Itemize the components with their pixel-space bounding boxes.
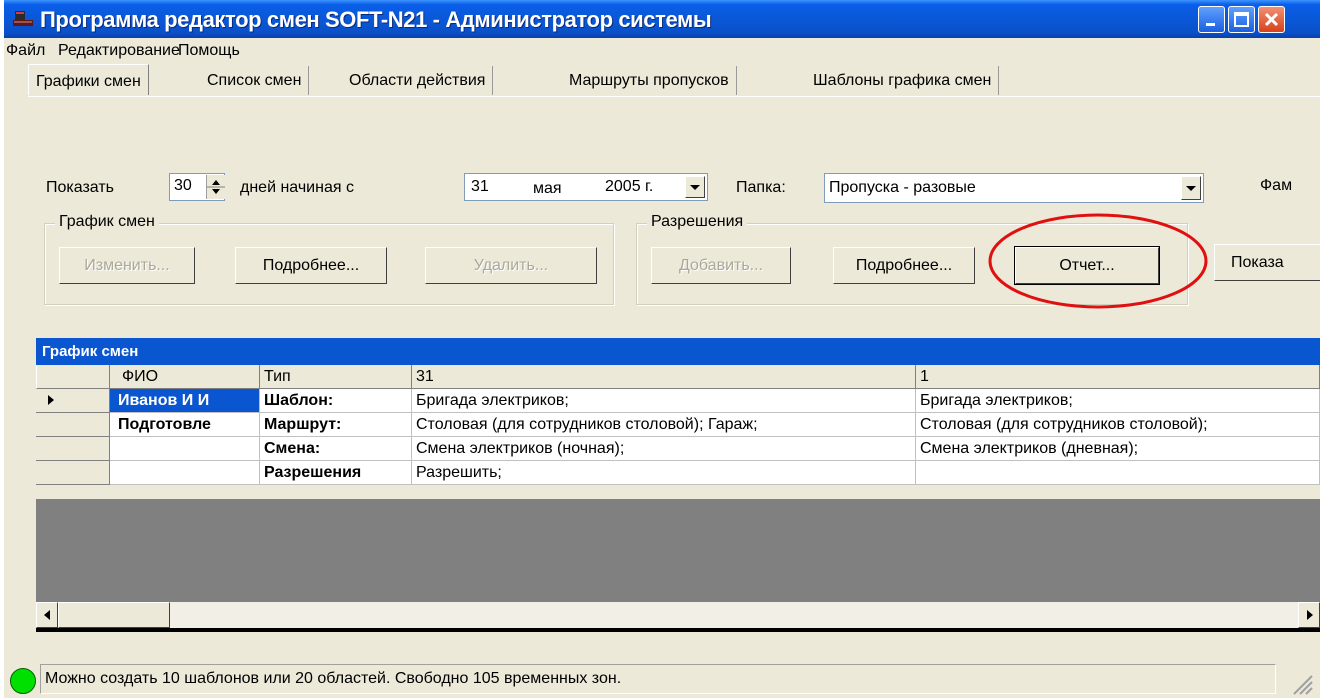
permission-details-button[interactable]: Подробнее... xyxy=(833,247,975,284)
application-window: Программа редактор смен SOFT-N21 - Админ… xyxy=(4,0,1320,698)
grid-empty-row xyxy=(36,485,1320,499)
row-selector[interactable] xyxy=(36,461,110,485)
scroll-left-icon[interactable] xyxy=(36,602,58,628)
days-value: 30 xyxy=(174,177,192,194)
table-cell-day-1[interactable]: Смена электриков (дневная); xyxy=(916,437,1320,461)
table-cell-fio[interactable] xyxy=(110,437,260,461)
table-cell-fio[interactable]: Подготовле xyxy=(110,413,260,437)
table-cell-day-31[interactable]: Столовая (для сотрудников столовой); Гар… xyxy=(412,413,916,437)
schedule-details-button[interactable]: Подробнее... xyxy=(235,247,387,284)
folder-dropdown-icon[interactable] xyxy=(1181,176,1201,200)
schedule-group: График смен Изменить... Подробнее... Уда… xyxy=(44,213,614,305)
date-month[interactable]: мая xyxy=(533,180,562,198)
delete-schedule-button[interactable]: Удалить... xyxy=(425,247,597,284)
add-permission-button[interactable]: Добавить... xyxy=(651,247,791,284)
table-cell-day-31[interactable]: Бригада электриков; xyxy=(412,389,916,413)
table-cell-day-1[interactable]: Бригада электриков; xyxy=(916,389,1320,413)
column-header-type[interactable]: Тип xyxy=(260,365,412,389)
highlight-circle xyxy=(988,213,1208,309)
folder-label: Папка: xyxy=(736,179,786,196)
row-selector[interactable] xyxy=(36,413,110,437)
menu-file[interactable]: Файл xyxy=(6,42,45,60)
close-button[interactable] xyxy=(1258,6,1285,33)
spinner-arrows-icon[interactable] xyxy=(206,175,225,199)
window-title: Программа редактор смен SOFT-N21 - Админ… xyxy=(40,7,712,32)
status-bar: Можно создать 10 шаблонов или 20 областе… xyxy=(4,658,1320,698)
schedule-grid: График смен ФИО Тип 31 1 Иванов И И Шабл… xyxy=(36,338,1320,632)
table-cell-day-31[interactable]: Разрешить; xyxy=(412,461,916,485)
table-cell-type[interactable]: Смена: xyxy=(260,437,412,461)
tab-action-areas[interactable]: Области действия xyxy=(342,66,494,95)
status-indicator-icon xyxy=(10,668,36,694)
close-icon xyxy=(1264,12,1279,27)
grid-bottom-border xyxy=(36,628,1320,632)
table-cell-fio[interactable]: Иванов И И xyxy=(110,389,260,413)
column-header-fio[interactable]: ФИО xyxy=(110,365,260,389)
date-year[interactable]: 2005 г. xyxy=(605,178,653,196)
schedule-group-title: График смен xyxy=(55,213,159,231)
row-selector[interactable] xyxy=(36,437,110,461)
minimize-button[interactable] xyxy=(1198,6,1225,33)
menu-edit[interactable]: Редактирование xyxy=(58,42,180,60)
permissions-group-title: Разрешения xyxy=(647,213,748,231)
table-cell-day-1[interactable] xyxy=(916,461,1320,485)
days-spinner[interactable]: 30 xyxy=(169,173,225,201)
horizontal-scrollbar[interactable] xyxy=(36,602,1320,628)
column-header-day-31[interactable]: 31 xyxy=(412,365,916,389)
menu-help[interactable]: Помощь xyxy=(178,42,240,60)
table-cell-fio[interactable] xyxy=(110,461,260,485)
title-bar[interactable]: Программа редактор смен SOFT-N21 - Админ… xyxy=(4,0,1320,38)
column-header-day-1[interactable]: 1 xyxy=(916,365,1320,389)
date-dropdown-icon[interactable] xyxy=(685,176,705,198)
folder-select[interactable]: Пропуска - разовые xyxy=(824,173,1204,203)
folder-value: Пропуска - разовые xyxy=(829,179,976,196)
tab-pass-routes[interactable]: Маршруты пропусков xyxy=(562,66,737,95)
row-indicator-header xyxy=(36,365,110,389)
row-selector[interactable] xyxy=(36,389,110,413)
maximize-button[interactable] xyxy=(1228,6,1255,33)
maximize-icon xyxy=(1234,12,1249,27)
tab-panel: Показать 30 дней начиная с 31 мая 2005 г… xyxy=(28,96,1320,321)
status-text: Можно создать 10 шаблонов или 20 областе… xyxy=(40,664,1276,694)
table-cell-type[interactable]: Маршрут: xyxy=(260,413,412,437)
tab-shift-schedules[interactable]: Графики смен xyxy=(28,64,149,95)
surname-label: Фам xyxy=(1260,177,1293,194)
menu-bar: Файл Редактирование Помощь xyxy=(4,38,1320,64)
scroll-thumb[interactable] xyxy=(58,602,170,628)
change-schedule-button[interactable]: Изменить... xyxy=(59,247,195,284)
app-icon xyxy=(13,11,33,26)
resize-grip-icon[interactable] xyxy=(1286,668,1314,696)
days-from-label: дней начиная с xyxy=(240,179,354,196)
minimize-icon xyxy=(1206,23,1215,26)
table-cell-type[interactable]: Разрешения xyxy=(260,461,412,485)
scroll-right-icon[interactable] xyxy=(1298,602,1320,628)
current-row-arrow-icon xyxy=(48,395,54,405)
date-picker[interactable]: 31 мая 2005 г. xyxy=(464,173,708,201)
table-cell-type[interactable]: Шаблон: xyxy=(260,389,412,413)
grid-title: График смен xyxy=(36,338,1320,365)
table-cell-day-31[interactable]: Смена электриков (ночная); xyxy=(412,437,916,461)
show-button[interactable]: Показа xyxy=(1214,244,1320,281)
show-label: Показать xyxy=(46,179,115,196)
table-cell-day-1[interactable]: Столовая (для сотрудников столовой); xyxy=(916,413,1320,437)
tab-shift-list[interactable]: Список смен xyxy=(200,66,310,95)
date-day[interactable]: 31 xyxy=(471,178,489,196)
scroll-track[interactable] xyxy=(170,602,1298,628)
tab-schedule-templates[interactable]: Шаблоны графика смен xyxy=(806,66,1000,95)
